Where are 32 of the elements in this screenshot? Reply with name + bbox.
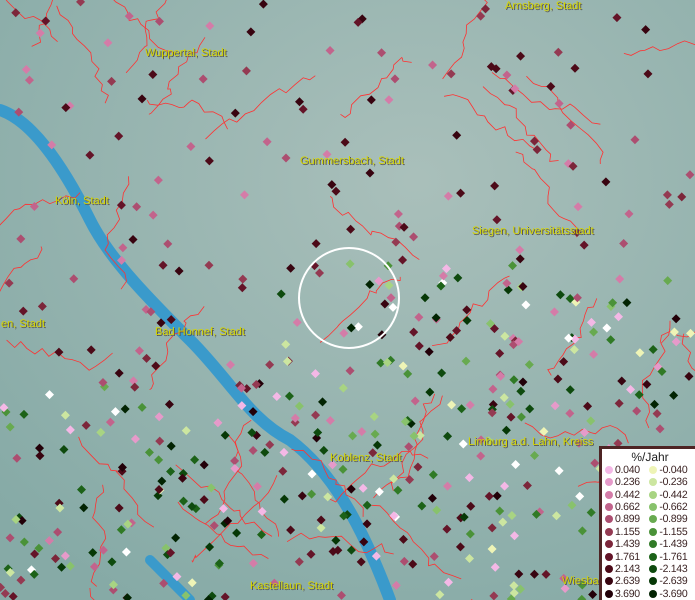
place-label: Köln, Stadt <box>55 195 109 208</box>
legend-title: %/Jahr <box>630 450 670 464</box>
place-label: Arnsberg, Stadt <box>505 0 582 13</box>
legend-label: 2.143 <box>615 563 640 576</box>
place-label: Gummersbach, Stadt <box>300 155 404 168</box>
legend-label: 1.761 <box>615 550 640 563</box>
place-label: Kastellaun, Stadt <box>250 580 334 593</box>
legend-label: 1.155 <box>615 526 640 538</box>
legend-label: 0.442 <box>615 488 640 501</box>
legend-label: -0.662 <box>659 501 688 514</box>
legend-label: 0.040 <box>615 464 640 476</box>
legend-label: -1.439 <box>659 538 688 550</box>
place-label: Bad Honnef, Stadt <box>155 326 245 339</box>
legend-label: -0.236 <box>659 476 688 488</box>
selection-circle[interactable] <box>298 247 400 349</box>
legend-label: 0.899 <box>615 513 640 526</box>
legend-label: -0.899 <box>659 513 688 526</box>
legend-label: 0.662 <box>615 501 640 514</box>
legend-label: -2.639 <box>659 575 688 588</box>
place-label: en, Stadt <box>1 318 46 331</box>
legend-label: -0.040 <box>659 464 688 476</box>
legend-label: 0.236 <box>615 476 640 488</box>
legend-label: 3.690 <box>615 588 640 600</box>
place-label: Wiesba <box>562 575 599 588</box>
place-label: Limburg a.d. Lahn, Kreiss <box>468 436 594 449</box>
legend-label: -3.690 <box>659 588 688 600</box>
legend-label: -1.155 <box>659 526 688 538</box>
legend-label: 2.639 <box>615 575 640 588</box>
legend-label: -1.761 <box>659 550 688 563</box>
legend-label: -0.442 <box>659 488 688 501</box>
legend-label: -2.143 <box>659 563 688 576</box>
legend-label: 1.439 <box>615 538 640 550</box>
